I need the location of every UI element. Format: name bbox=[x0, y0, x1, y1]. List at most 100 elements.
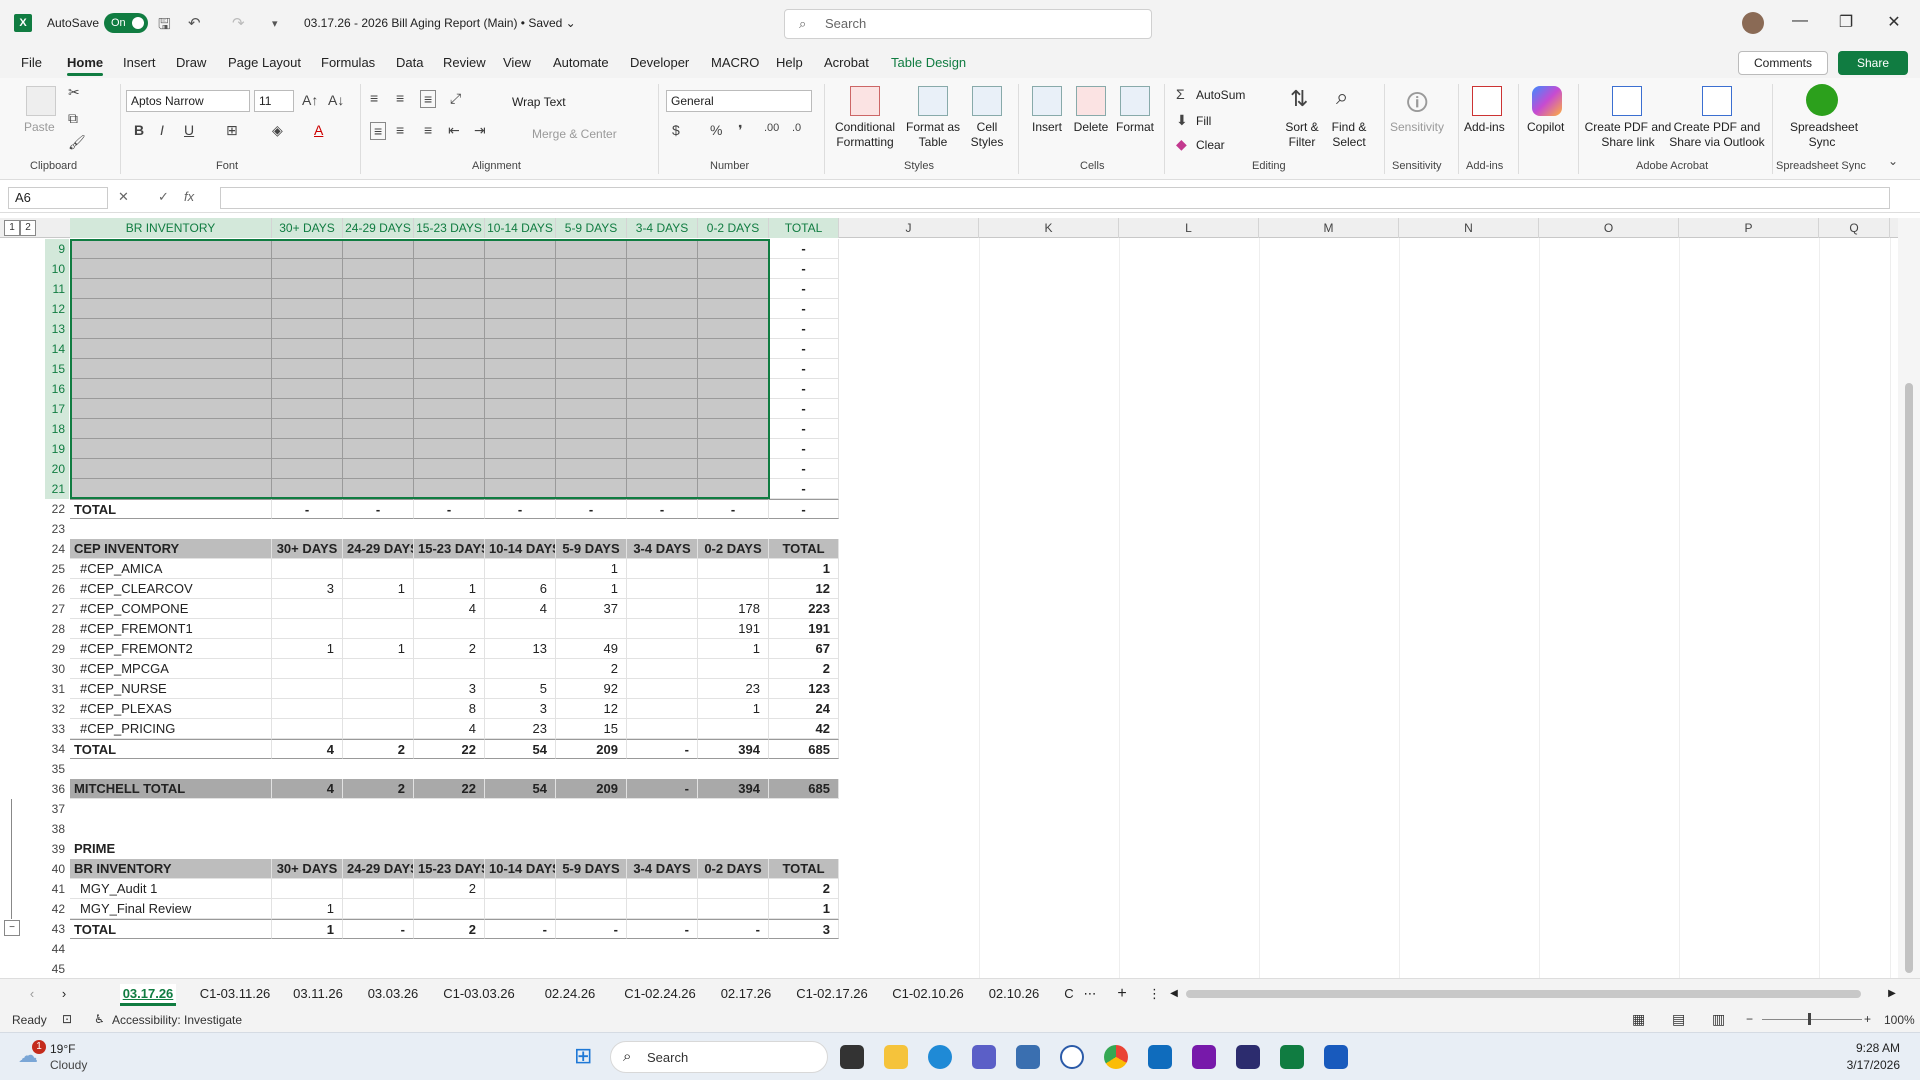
decrease-font-icon[interactable]: A↓ bbox=[328, 92, 344, 108]
grid-cell[interactable] bbox=[556, 319, 627, 339]
grid-cell[interactable] bbox=[343, 599, 414, 619]
tab-page-layout[interactable]: Page Layout bbox=[228, 55, 301, 70]
fill-color-icon[interactable]: ◈ bbox=[272, 122, 283, 139]
grid-cell[interactable]: - bbox=[769, 439, 839, 459]
column-header[interactable]: 3-4 DAYS bbox=[627, 218, 698, 238]
grid-cell[interactable]: 1 bbox=[414, 579, 485, 599]
grid-cell[interactable]: - bbox=[556, 919, 627, 939]
weather-desc[interactable]: Cloudy bbox=[50, 1058, 87, 1072]
grid-cell[interactable]: - bbox=[343, 499, 414, 519]
grid-cell[interactable] bbox=[485, 879, 556, 899]
copy-icon[interactable]: ⧉ bbox=[68, 110, 78, 127]
grid-cell[interactable] bbox=[556, 379, 627, 399]
grid-cell[interactable]: 394 bbox=[698, 779, 769, 799]
column-header[interactable]: 5-9 DAYS bbox=[556, 218, 627, 238]
grid-cell[interactable] bbox=[343, 399, 414, 419]
row-header[interactable]: 26 bbox=[45, 579, 69, 599]
grid-cell[interactable] bbox=[698, 659, 769, 679]
macro-record-icon[interactable]: ⊡ bbox=[62, 1012, 72, 1026]
grid-cell[interactable]: 30+ DAYS bbox=[272, 539, 343, 559]
grid-cell[interactable]: 2 bbox=[769, 879, 839, 899]
grid-cell[interactable]: #CEP_MPCGA bbox=[70, 659, 272, 679]
row-header[interactable]: 30 bbox=[45, 659, 69, 679]
sheet-tab[interactable]: 03.11.26 bbox=[288, 984, 348, 1006]
grid-cell[interactable]: CEP INVENTORY bbox=[70, 539, 272, 559]
grid-cell[interactable] bbox=[343, 239, 414, 259]
grid-cell[interactable] bbox=[698, 559, 769, 579]
grid-cell[interactable] bbox=[556, 279, 627, 299]
sheet-tab[interactable]: 03.17.26 bbox=[120, 984, 176, 1006]
delete-cells-button[interactable]: Delete bbox=[1072, 120, 1110, 135]
tab-draw[interactable]: Draw bbox=[176, 55, 206, 70]
grid-cell[interactable]: 1 bbox=[343, 579, 414, 599]
grid-cell[interactable]: 92 bbox=[556, 679, 627, 699]
grid-cell[interactable]: 67 bbox=[769, 639, 839, 659]
conditional-formatting-button[interactable]: Conditional Formatting bbox=[830, 120, 900, 150]
grid-cell[interactable]: 37 bbox=[556, 599, 627, 619]
weather-temp[interactable]: 19°F bbox=[50, 1042, 75, 1056]
grid-cell[interactable] bbox=[556, 359, 627, 379]
grid-cell[interactable]: 209 bbox=[556, 739, 627, 759]
grid-cell[interactable] bbox=[627, 579, 698, 599]
grid-cell[interactable]: - bbox=[627, 499, 698, 519]
row-header[interactable]: 18 bbox=[45, 419, 69, 439]
zoom-level[interactable]: 100% bbox=[1884, 1013, 1915, 1027]
grid-cell[interactable] bbox=[485, 279, 556, 299]
grid-cell[interactable] bbox=[272, 339, 343, 359]
grid-cell[interactable]: - bbox=[769, 319, 839, 339]
grid-cell[interactable]: 15-23 DAYS bbox=[414, 539, 485, 559]
grid-cell[interactable]: 1 bbox=[343, 639, 414, 659]
grid-cell[interactable]: 1 bbox=[272, 639, 343, 659]
vertical-scrollbar[interactable] bbox=[1898, 218, 1920, 978]
tab-developer[interactable]: Developer bbox=[630, 55, 689, 70]
grid-cell[interactable]: #CEP_NURSE bbox=[70, 679, 272, 699]
grid-cell[interactable] bbox=[556, 879, 627, 899]
clock-time[interactable]: 9:28 AM bbox=[1840, 1041, 1900, 1055]
grid-cell[interactable] bbox=[272, 559, 343, 579]
fill-icon[interactable]: ⬇ bbox=[1176, 112, 1188, 129]
grid-cell[interactable]: 1 bbox=[769, 899, 839, 919]
grid-cell[interactable] bbox=[272, 379, 343, 399]
tab-acrobat[interactable]: Acrobat bbox=[824, 55, 869, 70]
format-cells-icon[interactable] bbox=[1120, 86, 1150, 116]
sheet-tab[interactable]: C bbox=[1062, 984, 1076, 1006]
grid-cell[interactable] bbox=[272, 279, 343, 299]
grid-cell[interactable] bbox=[627, 299, 698, 319]
column-header[interactable]: TOTAL bbox=[769, 218, 839, 238]
scroll-left-icon[interactable]: ◀ bbox=[1168, 984, 1180, 1006]
minimize-icon[interactable]: — bbox=[1790, 12, 1810, 30]
grid-cell[interactable] bbox=[627, 899, 698, 919]
grid-cell[interactable]: 2 bbox=[414, 879, 485, 899]
underline-icon[interactable]: U bbox=[184, 122, 194, 138]
grid-cell[interactable] bbox=[414, 359, 485, 379]
format-as-table-button[interactable]: Format as Table bbox=[904, 120, 962, 150]
accessibility-status[interactable]: Accessibility: Investigate bbox=[112, 1013, 242, 1027]
copilot-icon[interactable] bbox=[1532, 86, 1562, 116]
grid-cell[interactable]: - bbox=[769, 379, 839, 399]
align-center-icon[interactable]: ≡ bbox=[396, 122, 404, 138]
grid-cell[interactable]: 4 bbox=[414, 599, 485, 619]
grid-cell[interactable] bbox=[485, 459, 556, 479]
grid-cell[interactable]: 8 bbox=[414, 699, 485, 719]
quickbooks-icon[interactable] bbox=[1806, 84, 1838, 116]
grid-cell[interactable] bbox=[343, 559, 414, 579]
grid-cell[interactable]: 1 bbox=[769, 559, 839, 579]
share-button[interactable]: Share bbox=[1838, 51, 1908, 75]
grid-cell[interactable] bbox=[698, 299, 769, 319]
grid-cell[interactable] bbox=[343, 359, 414, 379]
grid-cell[interactable] bbox=[343, 619, 414, 639]
grid-cell[interactable]: - bbox=[627, 739, 698, 759]
grid-cell[interactable] bbox=[272, 659, 343, 679]
row-header[interactable]: 43 bbox=[45, 919, 69, 939]
grid-cell[interactable] bbox=[414, 339, 485, 359]
paste-icon[interactable] bbox=[26, 86, 56, 116]
tab-formulas[interactable]: Formulas bbox=[321, 55, 375, 70]
grid-cell[interactable]: 3 bbox=[414, 679, 485, 699]
grid-cell[interactable]: 54 bbox=[485, 779, 556, 799]
grid-cell[interactable] bbox=[698, 399, 769, 419]
grid-cell[interactable]: 22 bbox=[414, 739, 485, 759]
column-header[interactable]: J bbox=[839, 218, 979, 238]
grid-cell[interactable] bbox=[414, 239, 485, 259]
align-middle-icon[interactable]: ≡ bbox=[396, 90, 404, 106]
word-icon[interactable] bbox=[1324, 1045, 1348, 1069]
